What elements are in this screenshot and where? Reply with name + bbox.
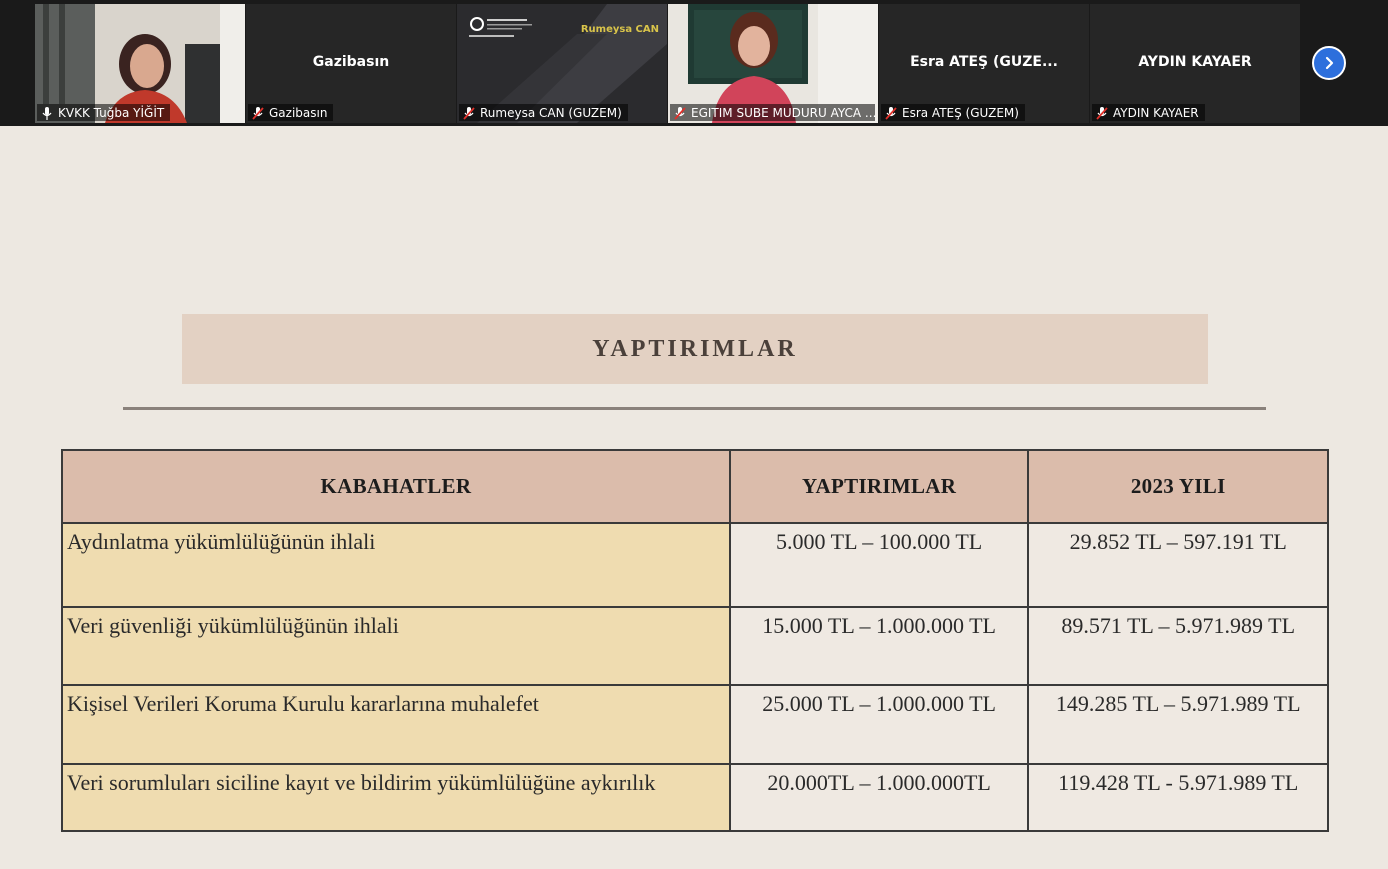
video-overlay-text: Rumeysa CAN <box>580 24 659 35</box>
participant-label: Rumeysa CAN (GUZEM) <box>459 104 628 121</box>
amount-2023-cell: 119.428 TL - 5.971.989 TL <box>1027 763 1329 832</box>
participant-name: Esra ATEŞ (GUZE... <box>910 54 1058 70</box>
table-row: Aydınlatma yükümlülüğünün ihlali 5.000 T… <box>61 522 1329 608</box>
title-divider <box>123 407 1266 410</box>
sanction-cell: 25.000 TL – 1.000.000 TL <box>728 684 1030 765</box>
participant-label: Esra ATEŞ (GUZEM) <box>881 104 1025 121</box>
next-participants-button[interactable] <box>1312 46 1346 80</box>
offense-cell: Veri sorumluları siciline kayıt ve bildi… <box>61 763 731 832</box>
participant-tile-aydin[interactable]: AYDIN KAYAER AYDIN KAYAER <box>1090 4 1300 123</box>
muted-microphone-icon <box>885 106 897 120</box>
participant-tile-tugba[interactable]: KVKK Tuğba YİĞİT <box>35 4 245 123</box>
sanctions-table: KABAHATLER YAPTIRIMLAR 2023 YILI Aydınla… <box>61 449 1329 832</box>
offense-cell: Veri güvenliği yükümlülüğünün ihlali <box>61 606 731 686</box>
table-row: Veri güvenliği yükümlülüğünün ihlali 15.… <box>61 606 1329 686</box>
participant-strip: KVKK Tuğba YİĞİT Gazibasın Gazibasın Rum… <box>0 0 1388 126</box>
column-header-2023: 2023 YILI <box>1027 449 1329 524</box>
table-row: Veri sorumluları siciline kayıt ve bildi… <box>61 763 1329 832</box>
amount-2023-cell: 29.852 TL – 597.191 TL <box>1027 522 1329 608</box>
participant-tile-esra[interactable]: Esra ATEŞ (GUZE... Esra ATEŞ (GUZEM) <box>879 4 1089 123</box>
slide-title: YAPTIRIMLAR <box>592 335 798 362</box>
shared-slide: YAPTIRIMLAR KABAHATLER YAPTIRIMLAR 2023 … <box>0 126 1388 869</box>
muted-microphone-icon <box>463 106 475 120</box>
table-row: Kişisel Verileri Koruma Kurulu kararları… <box>61 684 1329 765</box>
amount-2023-cell: 149.285 TL – 5.971.989 TL <box>1027 684 1329 765</box>
table-header-row: KABAHATLER YAPTIRIMLAR 2023 YILI <box>61 449 1329 524</box>
participant-label: AYDIN KAYAER <box>1092 104 1205 121</box>
sanction-cell: 15.000 TL – 1.000.000 TL <box>728 606 1030 686</box>
participant-label: KVKK Tuğba YİĞİT <box>37 104 171 121</box>
muted-microphone-icon <box>1096 106 1108 120</box>
participant-name: AYDIN KAYAER <box>1138 54 1252 70</box>
microphone-icon <box>42 106 52 120</box>
sanction-cell: 5.000 TL – 100.000 TL <box>728 522 1030 608</box>
offense-cell: Aydınlatma yükümlülüğünün ihlali <box>61 522 731 608</box>
slide-title-band: YAPTIRIMLAR <box>182 314 1208 384</box>
muted-microphone-icon <box>252 106 264 120</box>
column-header-sanctions: YAPTIRIMLAR <box>728 449 1030 524</box>
participant-tile-ayca[interactable]: EGITIM SUBE MUDURU AYCA ... <box>668 4 878 123</box>
participant-tile-rumeysa[interactable]: Rumeysa CAN Rumeysa CAN (GUZEM) <box>457 4 667 123</box>
participant-label: EGITIM SUBE MUDURU AYCA ... <box>670 104 875 121</box>
participant-label: Gazibasın <box>248 104 334 121</box>
chevron-right-icon <box>1325 56 1334 70</box>
sanction-cell: 20.000TL – 1.000.000TL <box>728 763 1030 832</box>
amount-2023-cell: 89.571 TL – 5.971.989 TL <box>1027 606 1329 686</box>
muted-microphone-icon <box>674 106 686 120</box>
participant-name: Gazibasın <box>312 54 390 70</box>
column-header-offenses: KABAHATLER <box>61 449 731 524</box>
offense-cell: Kişisel Verileri Koruma Kurulu kararları… <box>61 684 731 765</box>
participant-tile-gazibasin[interactable]: Gazibasın Gazibasın <box>246 4 456 123</box>
